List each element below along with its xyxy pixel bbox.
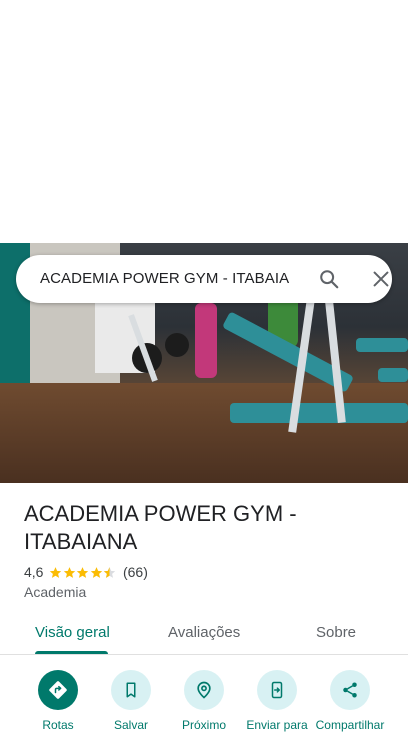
nearby-icon bbox=[197, 681, 211, 699]
nearby-button[interactable]: Próximo bbox=[167, 668, 241, 732]
photo-bench-pad bbox=[356, 338, 408, 352]
tab-overview[interactable]: Visão geral bbox=[35, 624, 110, 641]
photo-bench-pad bbox=[378, 368, 408, 382]
search-bar[interactable]: ACADEMIA POWER GYM - ITABAIANA bbox=[16, 255, 392, 303]
photo-person bbox=[195, 303, 217, 378]
map-area[interactable] bbox=[0, 0, 408, 243]
tab-about[interactable]: Sobre bbox=[316, 624, 356, 641]
star-icon bbox=[50, 566, 62, 578]
share-label: Compartilhar bbox=[315, 718, 385, 732]
place-title: ACADEMIA POWER GYM - ITABAIANA bbox=[24, 501, 297, 554]
rating-row[interactable]: 4,6 (66) bbox=[24, 564, 148, 580]
send-to-phone-button[interactable]: Enviar para bbox=[240, 668, 314, 732]
directions-icon bbox=[49, 681, 67, 699]
star-icon bbox=[90, 566, 103, 578]
save-label: Salvar bbox=[113, 718, 148, 732]
tabs-divider bbox=[0, 654, 408, 655]
photo-bench-seat bbox=[230, 403, 408, 423]
review-count: (66) bbox=[122, 564, 148, 580]
send-to-phone-icon bbox=[271, 681, 283, 699]
nearby-label: Próximo bbox=[181, 718, 226, 732]
photo-floor bbox=[0, 383, 408, 483]
star-icon bbox=[63, 566, 76, 578]
star-half-icon bbox=[104, 566, 116, 578]
directions-button[interactable]: Rotas bbox=[21, 668, 95, 732]
rating-stars bbox=[49, 566, 117, 579]
action-bar: Rotas Salvar Próximo Enviar para Compart… bbox=[0, 668, 408, 732]
close-icon[interactable] bbox=[370, 268, 392, 290]
search-icon[interactable] bbox=[318, 268, 340, 290]
bookmark-icon bbox=[126, 682, 136, 698]
share-icon bbox=[343, 682, 357, 698]
send-to-phone-label: Enviar para bbox=[246, 718, 308, 732]
directions-label: Rotas bbox=[42, 718, 74, 732]
search-input[interactable]: ACADEMIA POWER GYM - ITABAIANA bbox=[40, 270, 290, 287]
photo-weight-plate bbox=[165, 333, 189, 357]
tab-reviews[interactable]: Avaliações bbox=[168, 624, 240, 641]
place-tabs: Visão geral Avaliações Sobre bbox=[0, 614, 408, 654]
star-icon bbox=[77, 566, 89, 578]
rating-value: 4,6 bbox=[24, 564, 44, 580]
save-button[interactable]: Salvar bbox=[94, 668, 168, 732]
share-button[interactable]: Compartilhar bbox=[313, 668, 387, 732]
place-category: Academia bbox=[24, 584, 87, 600]
